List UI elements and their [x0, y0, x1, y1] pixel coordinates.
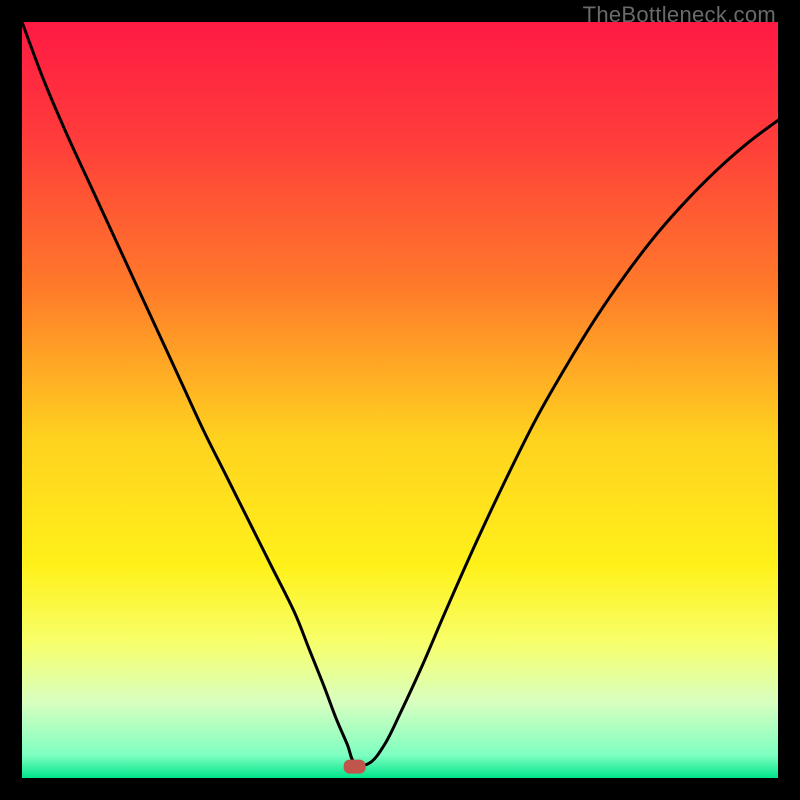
- gradient-background: [22, 22, 778, 778]
- bottleneck-curve-plot: [22, 22, 778, 778]
- minimum-marker: [344, 760, 366, 774]
- watermark-text: TheBottleneck.com: [583, 2, 776, 28]
- chart-frame: [22, 22, 778, 778]
